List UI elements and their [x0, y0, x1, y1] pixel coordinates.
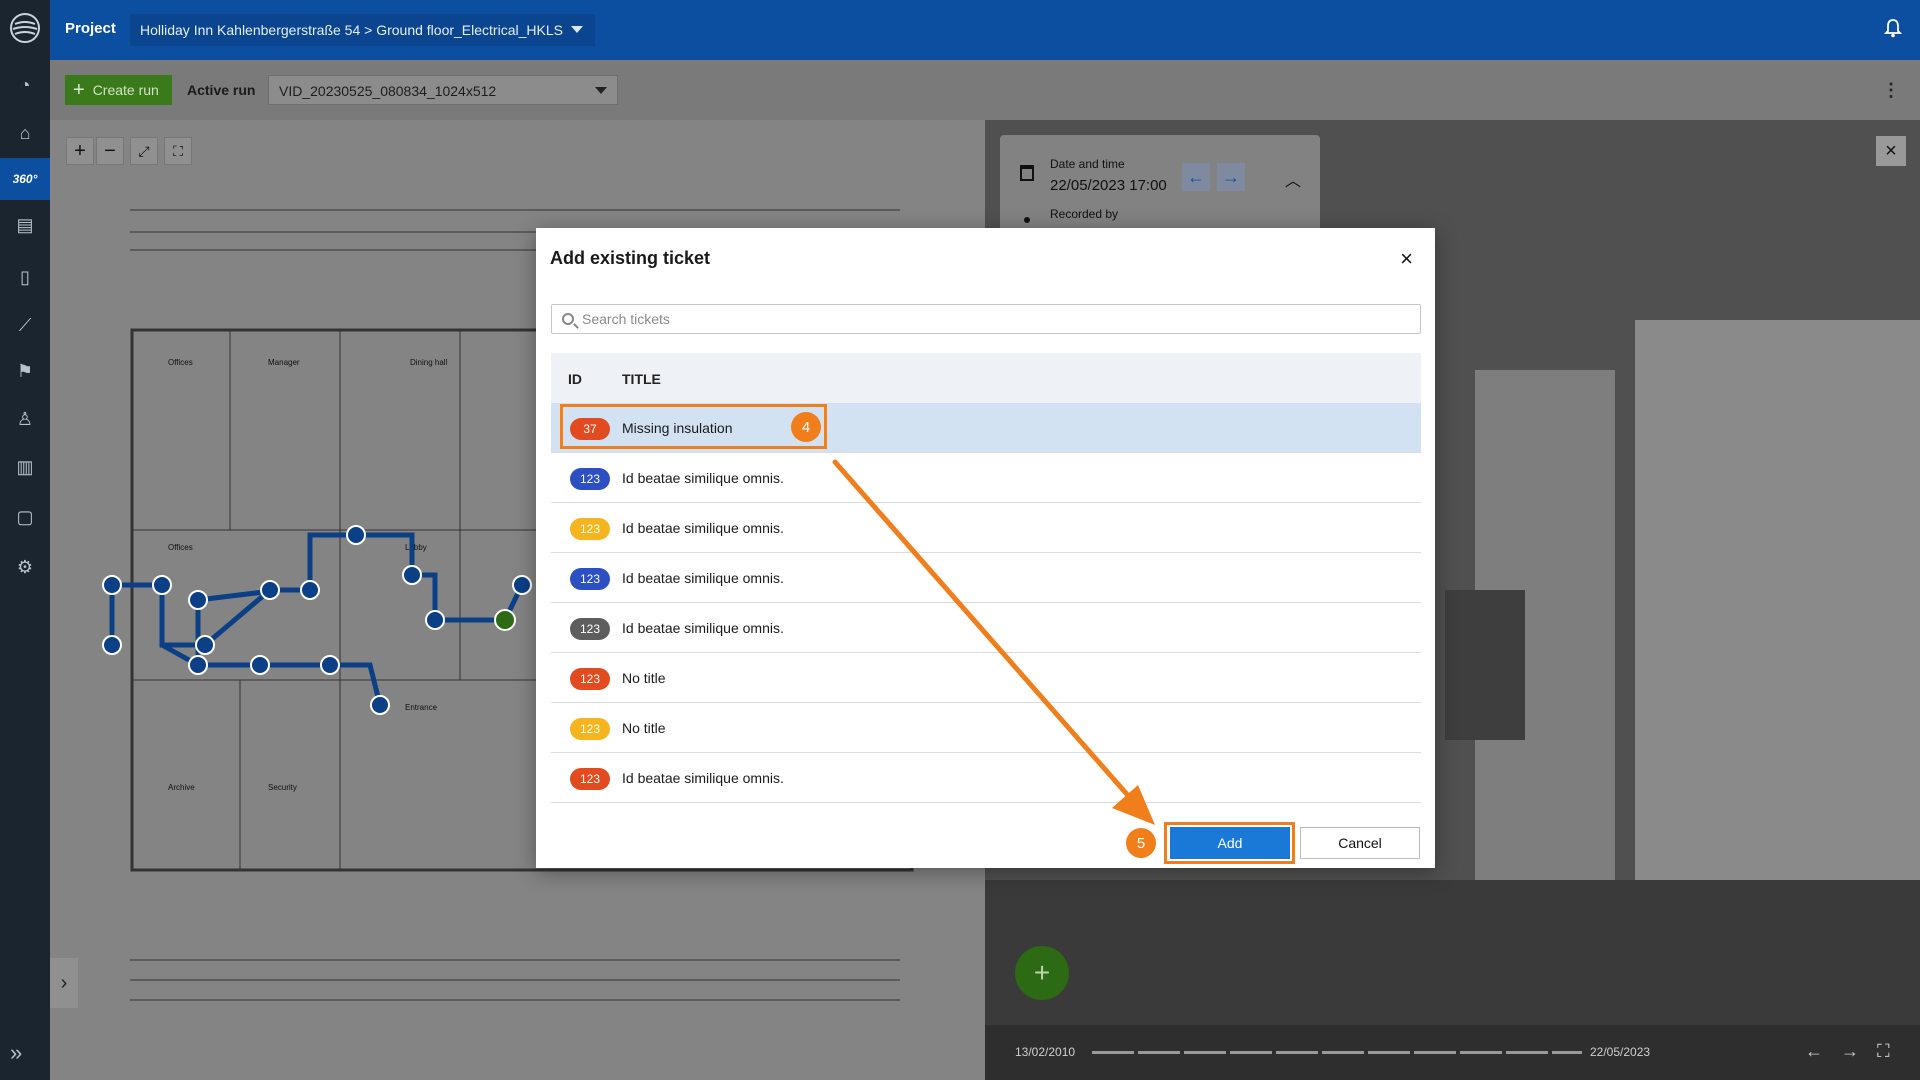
annotation-arrow	[832, 459, 1155, 825]
